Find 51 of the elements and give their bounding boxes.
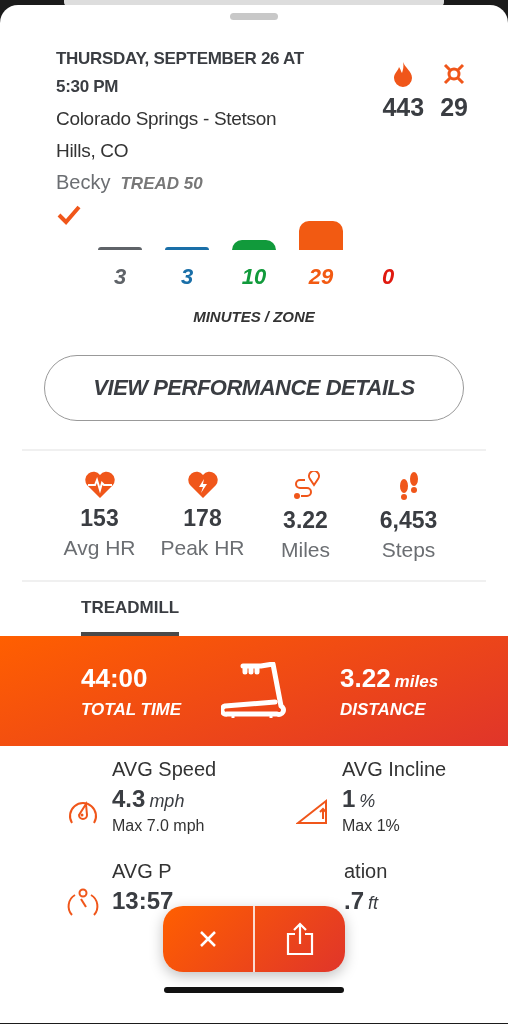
zone-bar: [98, 247, 142, 250]
zone-minutes: 3: [180, 264, 194, 290]
zone-minutes: 10: [241, 264, 267, 290]
metric-label: AVG Incline: [342, 758, 447, 781]
drag-handle[interactable]: [230, 13, 278, 20]
metric-label: ation: [344, 859, 388, 883]
metric-value: .7: [344, 886, 364, 915]
metric-label: AVG Speed: [112, 758, 217, 781]
metric-unit: ft: [368, 892, 379, 914]
zone-bar: [299, 221, 343, 250]
stat-value: 178: [183, 505, 222, 532]
stat-label: Miles: [281, 538, 330, 562]
metric-label: AVG P: [112, 859, 173, 883]
zones-caption: MINUTES / ZONE: [192, 308, 316, 325]
zone-minutes: 0: [381, 264, 395, 290]
performance-details-button[interactable]: VIEW PERFORMANCE DETAILS: [44, 355, 464, 421]
metric-value: 1: [342, 785, 356, 813]
stat-value: 3.22: [283, 507, 328, 534]
total-value: 443: [382, 93, 425, 122]
treadmill-icon: [221, 662, 287, 720]
stat-label: Steps: [381, 538, 436, 562]
metric-unit: mph: [149, 791, 185, 812]
share-icon: [286, 922, 314, 956]
incline-icon: [296, 796, 330, 825]
distance-value: 3.22: [340, 662, 391, 694]
stat-value: 153: [80, 505, 119, 532]
metric-value: 4.3: [112, 785, 146, 813]
flame-icon: [392, 61, 415, 87]
coach-name: Becky: [56, 171, 111, 194]
total-time: 44:00: [81, 662, 149, 694]
stat-label: Peak HR: [160, 536, 245, 560]
heart-bolt-icon: [186, 471, 219, 499]
distance-label: DISTANCE: [340, 699, 427, 720]
close-icon: [199, 930, 217, 948]
stat-label: Avg HR: [63, 536, 136, 560]
metric-max: Max 7.0 mph: [112, 817, 206, 835]
metric-unit: %: [359, 791, 376, 812]
zone-minutes: 3: [113, 264, 127, 290]
studio-location: Colorado Springs - Stetson Hills, CO: [56, 107, 278, 163]
zone-bar: [165, 247, 209, 250]
total-value: 29: [440, 93, 468, 122]
stat-value: 6,453: [379, 507, 438, 534]
total-time-label: TOTAL TIME: [81, 699, 183, 720]
class-name: TREAD 50: [120, 174, 203, 194]
heartbeat-icon: [83, 471, 116, 499]
distance-unit: miles: [394, 671, 439, 692]
zone-bar: [232, 240, 276, 250]
class-date: THURSDAY, SEPTEMBER 26 AT 5:30 PM: [56, 48, 305, 98]
metric-value: 13:57: [112, 886, 174, 915]
zone-minutes: 29: [308, 264, 334, 290]
metric-max: Max 1%: [342, 817, 401, 835]
